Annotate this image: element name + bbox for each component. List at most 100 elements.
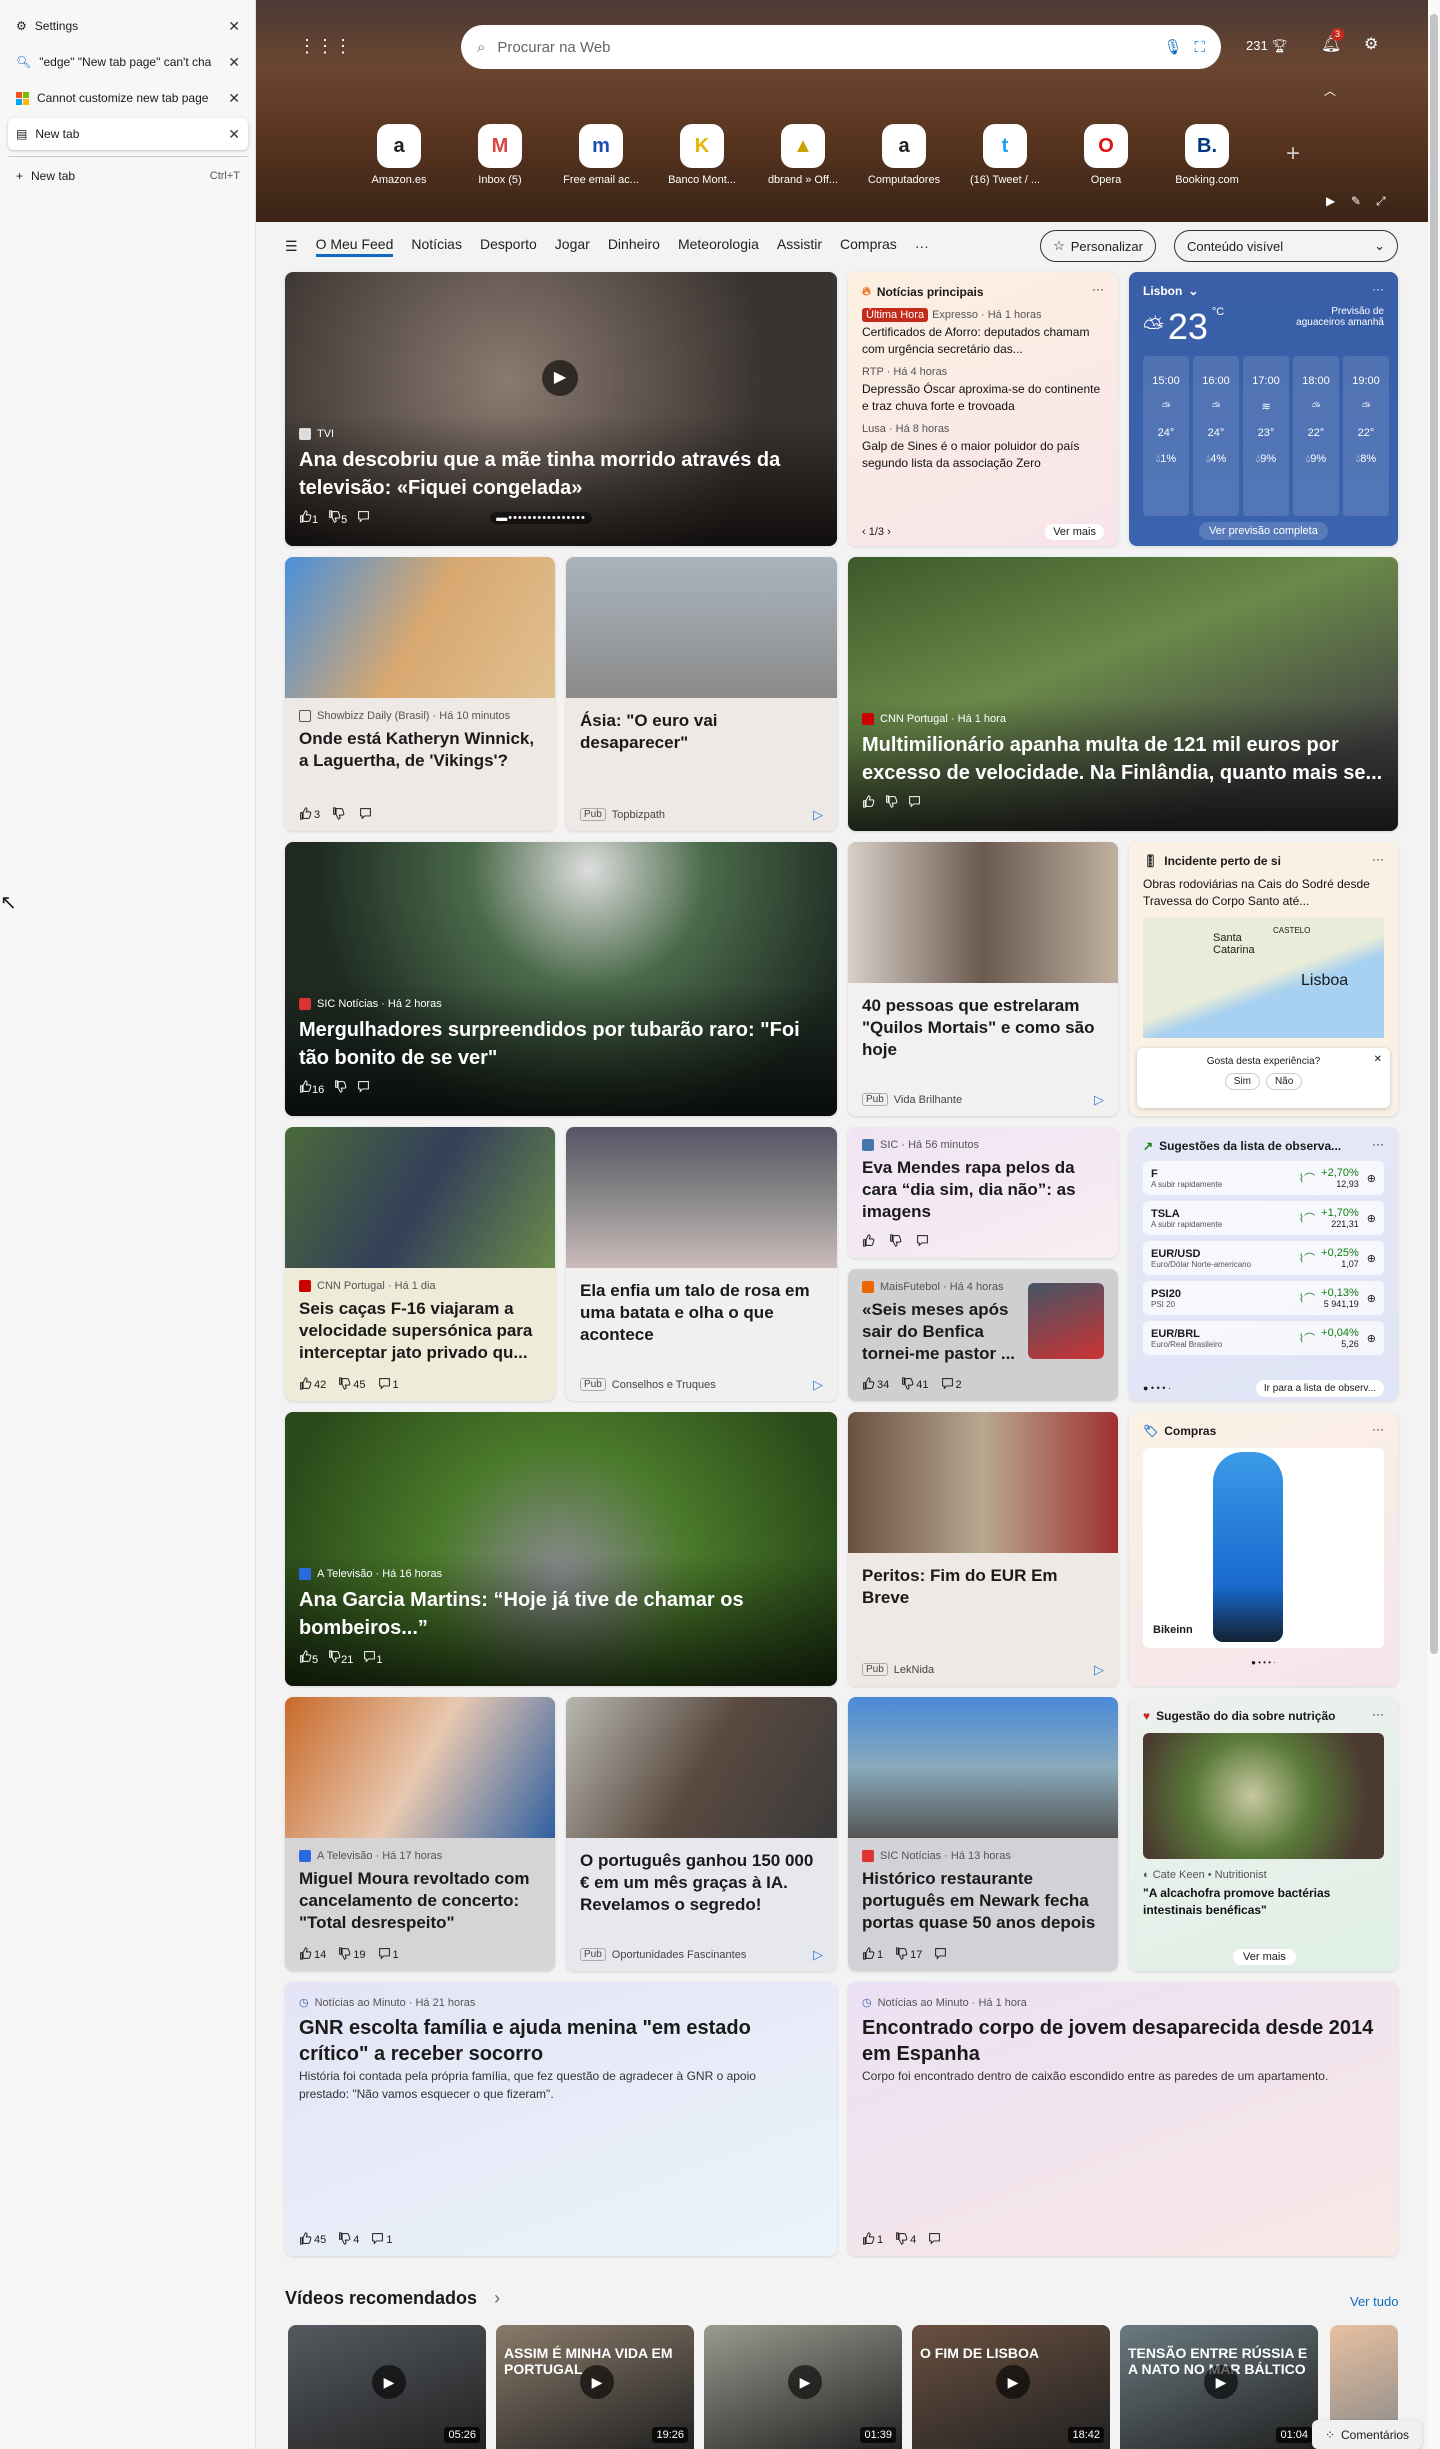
- new-tab-button[interactable]: + New tab Ctrl+T: [8, 160, 248, 192]
- article-title[interactable]: Peritos: Fim do EUR Em Breve: [862, 1565, 1104, 1609]
- play-icon[interactable]: ▶: [1204, 2365, 1238, 2399]
- news-card[interactable]: CNN Portugal · Há 1 hora Multimilionário…: [848, 557, 1398, 831]
- close-tab-icon[interactable]: ✕: [228, 54, 240, 71]
- city-select[interactable]: Lisbon: [1143, 284, 1182, 298]
- quick-link[interactable]: ▲ dbrand » Off...: [763, 124, 843, 186]
- article-title[interactable]: Encontrado corpo de jovem desaparecida d…: [862, 2015, 1382, 2067]
- article-title[interactable]: Onde está Katheryn Winnick, a Laguertha,…: [299, 728, 541, 772]
- article-title[interactable]: Ela enfia um talo de rosa em uma batata …: [580, 1280, 823, 1346]
- ad-choices-icon[interactable]: ▷: [813, 807, 823, 823]
- news-card[interactable]: SIC Notícias · Há 13 horas Histórico res…: [848, 1697, 1118, 1971]
- news-card[interactable]: ◷ Notícias ao Minuto · Há 21 horas GNR es…: [285, 1982, 837, 2256]
- see-more-button[interactable]: Ver mais: [1233, 1949, 1296, 1965]
- close-tab-icon[interactable]: ✕: [228, 90, 240, 107]
- quick-link[interactable]: M Inbox (5): [460, 124, 540, 186]
- collapse-chevron-icon[interactable]: ︿: [1324, 82, 1336, 99]
- top-news-item[interactable]: Galp de Sines é o maior poluidor do país…: [862, 438, 1104, 472]
- tab-new-tab[interactable]: ▤ New tab ✕: [8, 118, 248, 150]
- article-title[interactable]: Miguel Moura revoltado com cancelamento …: [299, 1868, 541, 1934]
- like-button[interactable]: [862, 795, 875, 811]
- carousel-dots[interactable]: ● • • • ·: [1143, 1383, 1171, 1393]
- comment-button[interactable]: 2: [941, 1377, 962, 1391]
- sponsored-card[interactable]: Ásia: "O euro vai desaparecer" Pub Topbiz…: [566, 557, 837, 831]
- nav-tab[interactable]: Meteorologia: [678, 236, 759, 257]
- add-to-watchlist-icon[interactable]: ⊕: [1367, 1332, 1376, 1345]
- more-nav-button[interactable]: ···: [915, 238, 929, 254]
- more-options-icon[interactable]: ···: [1372, 282, 1384, 296]
- hourly-forecast[interactable]: 19:00 ⛅︎ 22° 💧︎8%: [1343, 356, 1389, 516]
- like-button[interactable]: 42: [299, 1377, 326, 1391]
- quick-link[interactable]: B. Booking.com: [1167, 124, 1247, 186]
- ad-choices-icon[interactable]: ▷: [813, 1947, 823, 1963]
- nav-tab[interactable]: Assistir: [777, 236, 822, 257]
- article-title[interactable]: 40 pessoas que estrelaram "Quilos Mortai…: [862, 995, 1104, 1061]
- quick-link[interactable]: a Computadores: [864, 124, 944, 186]
- like-button[interactable]: 3: [299, 807, 320, 821]
- article-title[interactable]: «Seis meses após sair do Benfica tornei-…: [862, 1299, 1022, 1365]
- news-card[interactable]: SIC Notícias · Há 2 horas Mergulhadores …: [285, 842, 837, 1116]
- top-news-item[interactable]: Depressão Óscar aproxima-se do continent…: [862, 381, 1104, 415]
- like-button[interactable]: 34: [862, 1377, 889, 1391]
- settings-gear-icon[interactable]: ⚙: [1364, 34, 1378, 54]
- article-title[interactable]: Seis caças F-16 viajaram a velocidade su…: [299, 1298, 541, 1364]
- stock-row[interactable]: TSLA A subir rapidamente ⌇⌒ +1,70% 221,31 ⊕: [1143, 1201, 1384, 1235]
- article-title[interactable]: Eva Mendes rapa pelos da cara “dia sim, …: [862, 1157, 1104, 1223]
- article-title[interactable]: GNR escolta família e ajuda menina "em e…: [299, 2015, 819, 2067]
- like-button[interactable]: [862, 1234, 877, 1248]
- expand-icon[interactable]: ⤢: [1376, 194, 1386, 209]
- watchlist-link[interactable]: Ir para a lista de observ...: [1255, 1380, 1384, 1397]
- quick-link[interactable]: m Free email ac...: [561, 124, 641, 186]
- nutrition-tip[interactable]: "A alcachofra promove bactérias intestin…: [1129, 1881, 1398, 1923]
- scrollbar[interactable]: [1428, 0, 1440, 2449]
- quick-link[interactable]: a Amazon.es: [359, 124, 439, 186]
- comment-button[interactable]: [928, 2232, 943, 2246]
- news-card[interactable]: CNN Portugal · Há 1 dia Seis caças F-16 …: [285, 1127, 555, 1401]
- article-title[interactable]: Ana Garcia Martins: “Hoje já tive de cha…: [299, 1586, 823, 1642]
- visual-search-icon[interactable]: ⛶: [1194, 39, 1205, 56]
- like-button[interactable]: 1: [299, 510, 318, 526]
- nav-tab[interactable]: O Meu Feed: [315, 236, 394, 257]
- microphone-icon[interactable]: 🎙︎: [1163, 38, 1182, 56]
- stock-row[interactable]: EUR/BRL Euro/Real Brasileiro ⌇⌒ +0,04% 5,26 ⊕: [1143, 1321, 1384, 1355]
- sponsored-card[interactable]: 40 pessoas que estrelaram "Quilos Mortai…: [848, 842, 1118, 1116]
- tab-search[interactable]: 🔍︎ "edge" "New tab page" can't cha ✕: [8, 46, 248, 78]
- comment-button[interactable]: [359, 807, 374, 821]
- dislike-button[interactable]: 45: [338, 1377, 366, 1391]
- video-card[interactable]: ▶ 05:26: [288, 2325, 486, 2449]
- more-options-icon[interactable]: ···: [1372, 1422, 1384, 1436]
- dislike-button[interactable]: [885, 795, 898, 811]
- top-news-item[interactable]: Certificados de Aforro: deputados chamam…: [862, 324, 1104, 358]
- like-button[interactable]: 5: [299, 1650, 318, 1666]
- more-options-icon[interactable]: ···: [1372, 852, 1384, 866]
- add-to-watchlist-icon[interactable]: ⊕: [1367, 1172, 1376, 1185]
- close-icon[interactable]: ✕: [1374, 1054, 1382, 1065]
- product-card[interactable]: Bikeinn: [1143, 1448, 1384, 1648]
- search-input[interactable]: Procurar na Web: [497, 39, 1151, 56]
- comment-button[interactable]: [357, 510, 370, 526]
- dislike-button[interactable]: 4: [338, 2232, 359, 2246]
- like-button[interactable]: 1: [862, 1947, 883, 1961]
- videos-section-title[interactable]: Vídeos recomendados ›: [285, 2288, 500, 2309]
- like-button[interactable]: 45: [299, 2232, 326, 2246]
- article-title[interactable]: Ana descobriu que a mãe tinha morrido at…: [299, 446, 823, 502]
- like-button[interactable]: 14: [299, 1947, 326, 1961]
- more-options-icon[interactable]: ···: [1092, 282, 1104, 296]
- dislike-button[interactable]: [334, 1080, 347, 1096]
- tab-customize[interactable]: Cannot customize new tab page ✕: [8, 82, 248, 114]
- carousel-dots[interactable]: ● • • • ·: [1129, 1658, 1398, 1667]
- stock-row[interactable]: PSI20 PSI 20 ⌇⌒ +0,13% 5 941,19 ⊕: [1143, 1281, 1384, 1315]
- dislike-button[interactable]: [332, 807, 347, 821]
- like-button[interactable]: 1: [862, 2232, 883, 2246]
- article-title[interactable]: Mergulhadores surpreendidos por tubarão …: [299, 1016, 823, 1072]
- comment-button[interactable]: [357, 1080, 370, 1096]
- yes-button[interactable]: Sim: [1224, 1073, 1260, 1090]
- video-card[interactable]: O FIM DE LISBOA ▶ 18:42: [912, 2325, 1110, 2449]
- stock-row[interactable]: EUR/USD Euro/Dólar Norte-americano ⌇⌒ +0,25…: [1143, 1241, 1384, 1275]
- notifications-button[interactable]: 🔔︎ 3: [1321, 28, 1344, 54]
- close-tab-icon[interactable]: ✕: [228, 126, 240, 143]
- carousel-dots[interactable]: ▬••••••••••••••••: [490, 512, 592, 524]
- comment-button[interactable]: 1: [371, 2232, 393, 2246]
- news-card[interactable]: SIC · Há 56 minutos Eva Mendes rapa pelo…: [848, 1127, 1118, 1258]
- stock-row[interactable]: FA subir rapidamente ⌇⌒ +2,70% 12,93 ⊕: [1143, 1161, 1384, 1195]
- scrollbar-thumb[interactable]: [1430, 14, 1438, 1654]
